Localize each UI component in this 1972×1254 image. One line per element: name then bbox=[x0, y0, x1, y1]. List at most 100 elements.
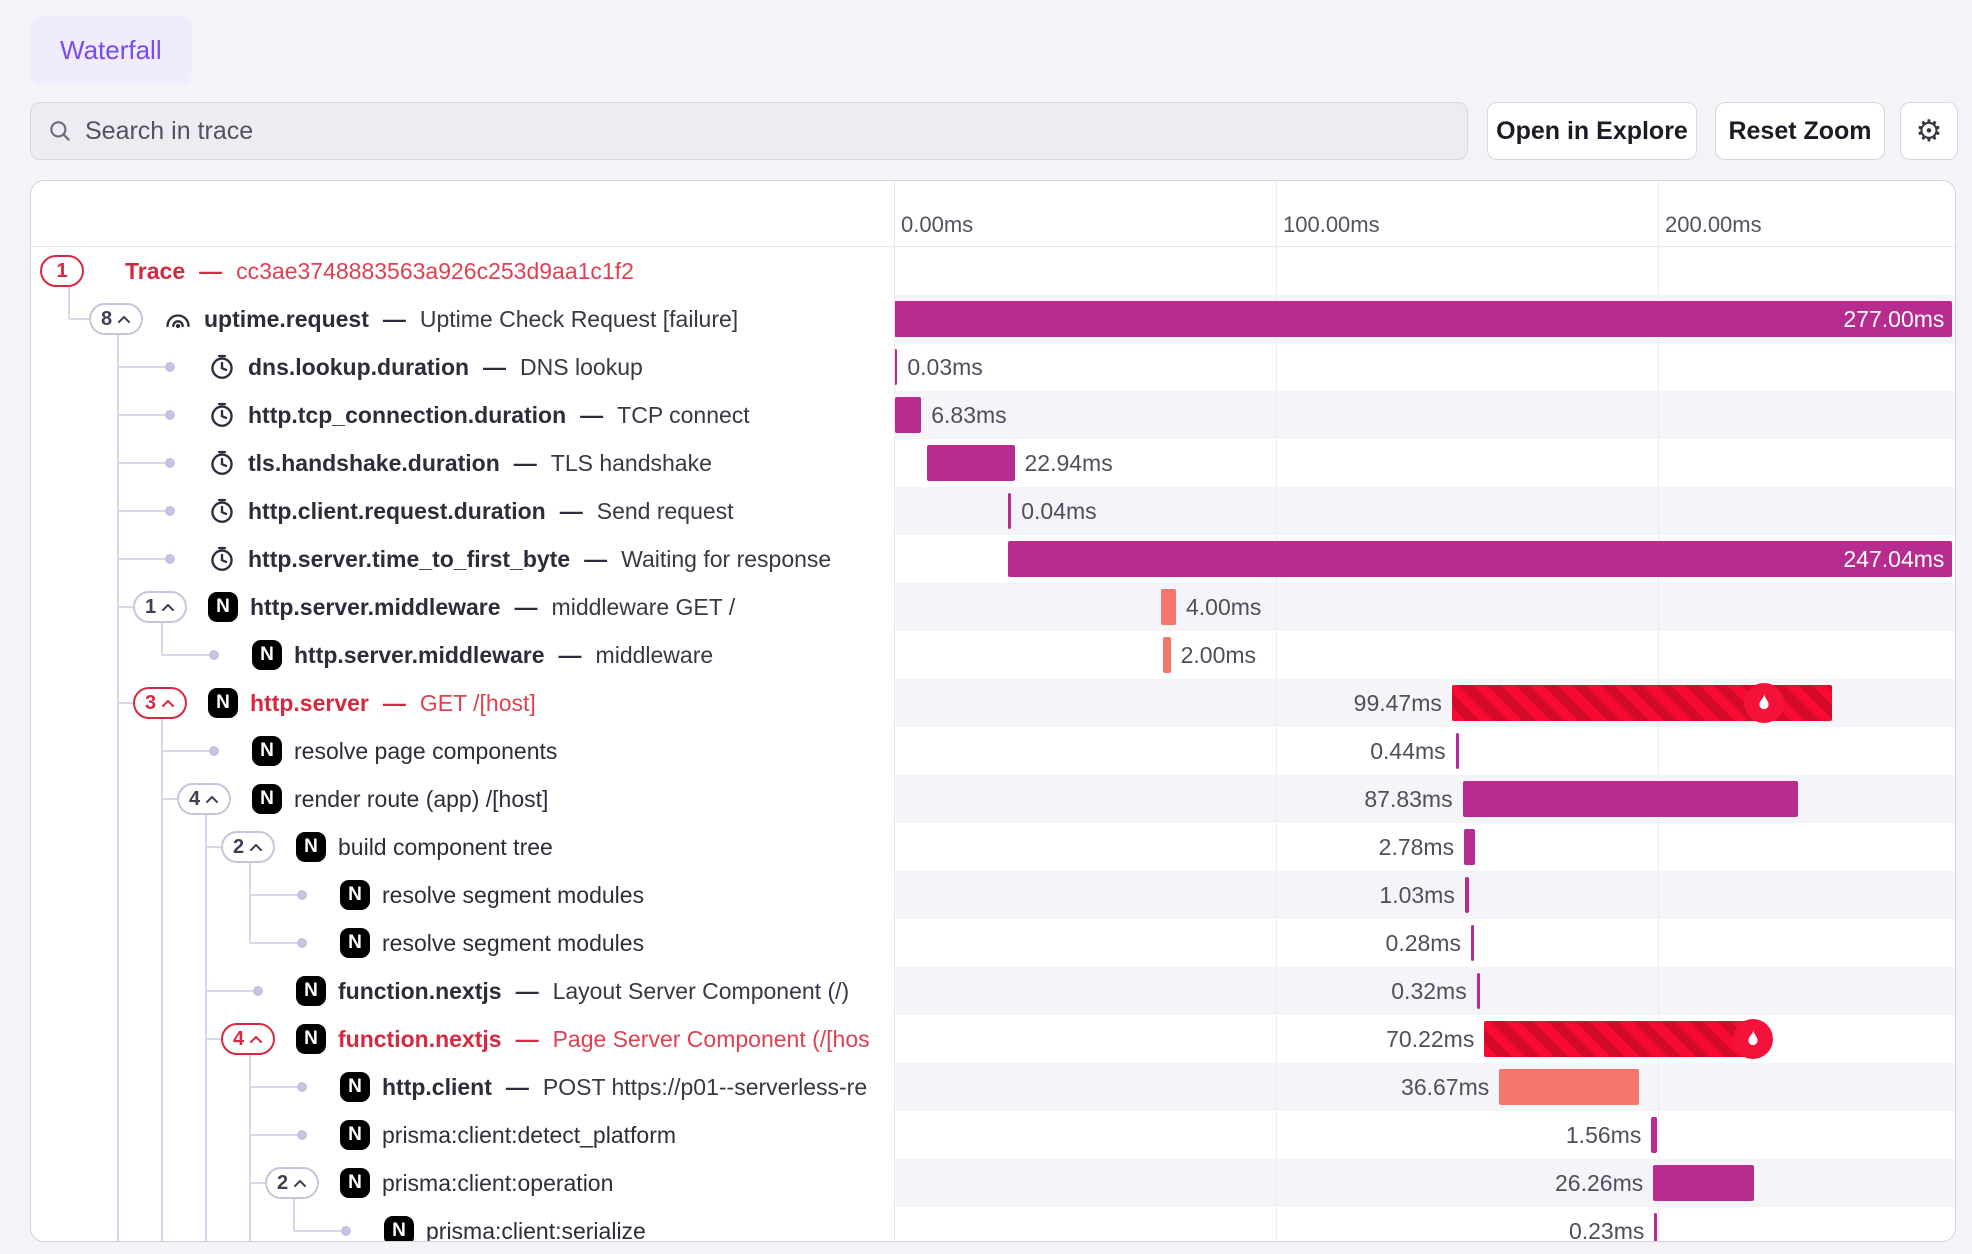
trace-row[interactable]: Nprisma:client:serialize0.23ms bbox=[31, 1207, 1955, 1242]
trace-row[interactable]: http.server.time_to_first_byte—Waiting f… bbox=[31, 535, 1955, 583]
row-waterfall-cell: 70.22ms bbox=[894, 1015, 1956, 1063]
duration-bar[interactable] bbox=[1651, 1117, 1657, 1153]
row-waterfall-cell: 6.83ms bbox=[894, 391, 1956, 439]
trace-row[interactable]: 1Trace—cc3ae3748883563a926c253d9aa1c1f2 bbox=[31, 247, 1955, 295]
span-description: Nfunction.nextjs—Page Server Component (… bbox=[296, 1015, 870, 1063]
badge-count: 1 bbox=[56, 260, 67, 283]
span-op-name: http.tcp_connection.duration bbox=[248, 402, 566, 429]
duration-bar[interactable] bbox=[894, 301, 1952, 337]
settings-button[interactable]: ⚙ bbox=[1900, 102, 1958, 160]
trace-row[interactable]: http.tcp_connection.duration—TCP connect… bbox=[31, 391, 1955, 439]
span-count-badge[interactable]: 3 bbox=[133, 687, 187, 719]
duration-bar[interactable] bbox=[1465, 877, 1469, 913]
separator-dash: — bbox=[514, 978, 541, 1005]
trace-row[interactable]: Nresolve segment modules0.28ms bbox=[31, 919, 1955, 967]
row-tree-cell: http.client.request.duration—Send reques… bbox=[31, 487, 894, 535]
trace-row[interactable]: Nresolve segment modules1.03ms bbox=[31, 871, 1955, 919]
duration-bar[interactable] bbox=[1484, 1021, 1752, 1057]
panel-divider[interactable] bbox=[894, 181, 895, 1241]
tab-waterfall[interactable]: Waterfall bbox=[30, 16, 192, 84]
nextjs-icon: N bbox=[296, 832, 326, 862]
duration-bar[interactable] bbox=[1477, 973, 1480, 1009]
span-description: Nbuild component tree bbox=[296, 823, 553, 871]
badge-count: 4 bbox=[189, 788, 200, 811]
duration-label: 70.22ms bbox=[1386, 1015, 1474, 1063]
span-count-badge[interactable]: 4 bbox=[221, 1023, 275, 1055]
search-input[interactable] bbox=[85, 117, 1451, 146]
row-tree-cell: http.tcp_connection.duration—TCP connect bbox=[31, 391, 894, 439]
trace-row[interactable]: 2Nprisma:client:operation26.26ms bbox=[31, 1159, 1955, 1207]
duration-bar[interactable] bbox=[1654, 1213, 1657, 1242]
search-box[interactable] bbox=[30, 102, 1468, 160]
trace-row[interactable]: 2Nbuild component tree2.78ms bbox=[31, 823, 1955, 871]
duration-bar[interactable] bbox=[895, 397, 921, 433]
open-in-explore-button[interactable]: Open in Explore bbox=[1487, 102, 1697, 160]
chevron-up-icon bbox=[293, 1179, 307, 1188]
duration-bar[interactable] bbox=[1163, 637, 1171, 673]
row-tree-cell: http.server.time_to_first_byte—Waiting f… bbox=[31, 535, 894, 583]
trace-row[interactable]: dns.lookup.duration—DNS lookup0.03ms bbox=[31, 343, 1955, 391]
duration-bar[interactable] bbox=[1456, 733, 1459, 769]
row-waterfall-cell: 2.00ms bbox=[894, 631, 1956, 679]
span-count-badge[interactable]: 2 bbox=[265, 1167, 319, 1199]
tree-guide-dot bbox=[253, 986, 263, 996]
trace-row[interactable]: Nhttp.server.middleware—middleware2.00ms bbox=[31, 631, 1955, 679]
duration-bar[interactable] bbox=[1653, 1165, 1753, 1201]
separator-dash: — bbox=[381, 306, 408, 333]
trace-waterfall-panel: 0.00ms100.00ms200.00ms 1Trace—cc3ae37488… bbox=[30, 180, 1956, 1242]
trace-row[interactable]: Nhttp.client—POST https://p01--serverles… bbox=[31, 1063, 1955, 1111]
tree-guide-line bbox=[117, 727, 119, 775]
row-tree-cell: 2 Nbuild component tree bbox=[31, 823, 894, 871]
span-desc-text: TLS handshake bbox=[551, 450, 712, 477]
span-count-badge[interactable]: 2 bbox=[221, 831, 275, 863]
trace-row[interactable]: http.client.request.duration—Send reques… bbox=[31, 487, 1955, 535]
tree-guide-line bbox=[118, 414, 170, 416]
trace-row[interactable]: 8uptime.request—Uptime Check Request [fa… bbox=[31, 295, 1955, 343]
chevron-up-icon bbox=[117, 315, 131, 324]
span-count-badge[interactable]: 1 bbox=[40, 255, 84, 287]
badge-count: 3 bbox=[145, 692, 156, 715]
trace-row[interactable]: 4 Nfunction.nextjs—Page Server Component … bbox=[31, 1015, 1955, 1063]
duration-bar[interactable] bbox=[1008, 493, 1011, 529]
trace-row[interactable]: Nresolve page components0.44ms bbox=[31, 727, 1955, 775]
trace-row[interactable]: 3Nhttp.server—GET /[host]99.47ms bbox=[31, 679, 1955, 727]
nextjs-icon: N bbox=[252, 784, 282, 814]
tree-guide-dot bbox=[165, 506, 175, 516]
tree-guide-line bbox=[118, 462, 170, 464]
span-count-badge[interactable]: 1 bbox=[133, 591, 187, 623]
clock-icon bbox=[208, 401, 236, 429]
duration-label: 0.23ms bbox=[1569, 1207, 1644, 1242]
chevron-up-icon bbox=[161, 603, 175, 612]
duration-bar[interactable] bbox=[1008, 541, 1952, 577]
span-desc-text: DNS lookup bbox=[520, 354, 643, 381]
tree-guide-dot bbox=[165, 362, 175, 372]
trace-row[interactable]: Nfunction.nextjs—Layout Server Component… bbox=[31, 967, 1955, 1015]
error-fire-icon bbox=[1733, 1019, 1773, 1059]
trace-row[interactable]: Nprisma:client:detect_platform1.56ms bbox=[31, 1111, 1955, 1159]
tree-guide-line bbox=[161, 967, 163, 1015]
tab-waterfall-label: Waterfall bbox=[60, 35, 162, 66]
duration-bar[interactable] bbox=[1161, 589, 1176, 625]
tree-guide-line bbox=[117, 1207, 119, 1242]
span-op-name: prisma:client:serialize bbox=[426, 1218, 646, 1243]
duration-label: 22.94ms bbox=[1025, 439, 1113, 487]
trace-row[interactable]: 4Nrender route (app) /[host]87.83ms bbox=[31, 775, 1955, 823]
axis-tick-2: 200.00ms bbox=[1665, 212, 1762, 238]
duration-bar[interactable] bbox=[1464, 829, 1475, 865]
reset-zoom-button[interactable]: Reset Zoom bbox=[1715, 102, 1885, 160]
span-count-badge[interactable]: 4 bbox=[177, 783, 231, 815]
trace-row[interactable]: tls.handshake.duration—TLS handshake22.9… bbox=[31, 439, 1955, 487]
span-op-name: prisma:client:detect_platform bbox=[382, 1122, 676, 1149]
tree-guide-line bbox=[205, 919, 207, 967]
span-desc-text: Layout Server Component (/) bbox=[553, 978, 850, 1005]
trace-row[interactable]: 1Nhttp.server.middleware—middleware GET … bbox=[31, 583, 1955, 631]
duration-bar[interactable] bbox=[1471, 925, 1474, 961]
duration-bar[interactable] bbox=[1499, 1069, 1639, 1105]
tree-guide-line bbox=[162, 750, 214, 752]
separator-dash: — bbox=[481, 354, 508, 381]
span-op-name: function.nextjs bbox=[338, 1026, 502, 1053]
duration-bar[interactable] bbox=[927, 445, 1015, 481]
nextjs-icon: N bbox=[208, 592, 238, 622]
duration-bar[interactable] bbox=[1463, 781, 1799, 817]
span-count-badge[interactable]: 8 bbox=[89, 303, 143, 335]
